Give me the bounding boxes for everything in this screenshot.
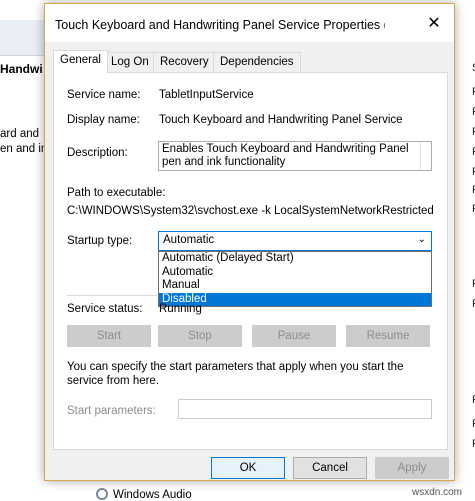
start-button[interactable]: Start	[67, 325, 151, 347]
display-name-label: Display name:	[67, 114, 140, 126]
description-text: Enables Touch Keyboard and Handwriting P…	[162, 143, 409, 168]
startup-type-select[interactable]: Automatic ⌄	[158, 231, 432, 251]
description-scrollbar[interactable]	[420, 142, 431, 170]
tab-dependencies[interactable]: Dependencies	[213, 52, 301, 72]
gear-icon	[96, 488, 108, 500]
startup-type-label: Startup type:	[67, 235, 133, 247]
startup-option-manual[interactable]: Manual	[159, 279, 431, 293]
dialog-title: Touch Keyboard and Handwriting Panel Ser…	[55, 18, 385, 32]
chevron-down-icon: ⌄	[417, 234, 426, 245]
service-status-label: Service status:	[67, 303, 143, 315]
service-name-value: TabletInputService	[159, 89, 254, 101]
start-params-help: You can specify the start parameters tha…	[67, 361, 404, 387]
background-desc-line1: ard and	[0, 128, 40, 140]
properties-dialog: Touch Keyboard and Handwriting Panel Ser…	[44, 3, 455, 481]
watermark: wsxdn.com	[412, 487, 463, 498]
background-service-row[interactable]: Windows Audio	[96, 488, 192, 501]
service-status-value: Running	[159, 303, 202, 315]
service-name-label: Service name:	[67, 89, 141, 101]
apply-button[interactable]: Apply	[375, 457, 449, 479]
background-service-name: Windows Audio	[113, 489, 192, 501]
section-divider	[67, 295, 157, 296]
startup-option-automatic[interactable]: Automatic	[159, 266, 431, 280]
tab-recovery[interactable]: Recovery	[153, 52, 216, 72]
title-bar[interactable]: Touch Keyboard and Handwriting Panel Ser…	[45, 4, 454, 42]
startup-option-delayed[interactable]: Automatic (Delayed Start)	[159, 252, 431, 266]
tab-general[interactable]: General	[53, 50, 108, 73]
pause-button[interactable]: Pause	[252, 325, 336, 347]
path-value: C:\WINDOWS\System32\svchost.exe -k Local…	[67, 205, 435, 217]
startup-type-dropdown: Automatic (Delayed Start) Automatic Manu…	[158, 251, 432, 307]
background-header-strip	[0, 20, 46, 56]
ok-button[interactable]: OK	[211, 457, 285, 479]
background-desc-line2: en and in	[0, 143, 48, 155]
close-button[interactable]: ✕	[414, 4, 454, 42]
cancel-button[interactable]: Cancel	[293, 457, 367, 479]
path-label: Path to executable:	[67, 187, 166, 199]
description-box[interactable]: Enables Touch Keyboard and Handwriting P…	[158, 141, 432, 171]
resume-button[interactable]: Resume	[346, 325, 430, 347]
display-name-value: Touch Keyboard and Handwriting Panel Ser…	[159, 114, 403, 126]
close-icon: ✕	[427, 15, 441, 32]
tab-log-on[interactable]: Log On	[104, 52, 156, 72]
general-panel: Service name: TabletInputService Display…	[53, 72, 448, 450]
stop-button[interactable]: Stop	[158, 325, 242, 347]
start-params-input[interactable]	[178, 399, 432, 419]
background-service-title: Handwi	[0, 62, 43, 76]
description-label: Description:	[67, 147, 128, 159]
start-params-label: Start parameters:	[67, 405, 156, 417]
startup-type-value: Automatic	[163, 234, 215, 246]
